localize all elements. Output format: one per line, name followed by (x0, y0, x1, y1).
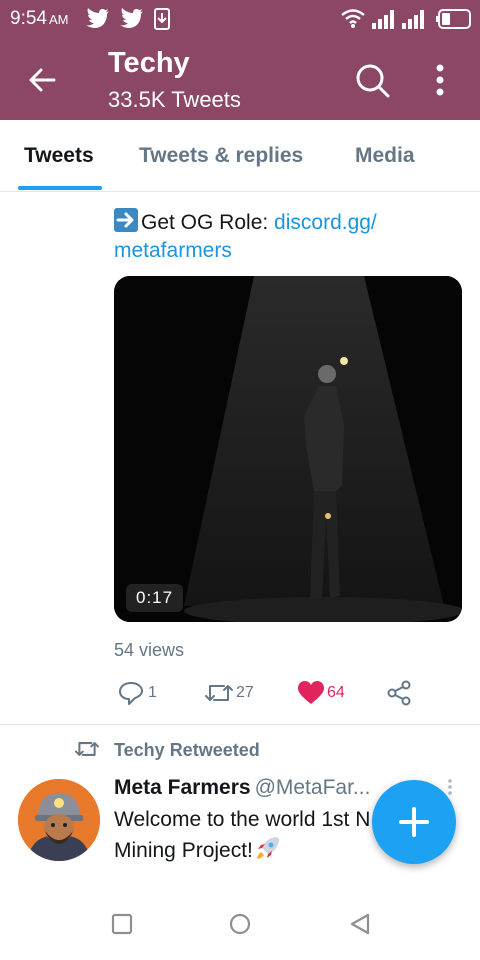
like-button[interactable]: 64 (297, 680, 361, 708)
video-duration: 0:17 (126, 584, 184, 612)
battery-icon (436, 9, 471, 29)
signal-icon (402, 10, 424, 29)
status-bar: 9:54 AM (0, 0, 480, 38)
back-arrow-icon[interactable] (24, 62, 60, 98)
tweet-link[interactable]: discord.gg/ (274, 211, 377, 234)
arrow-right-emoji-icon (114, 208, 138, 232)
tweet-link-continued[interactable]: metafarmers (114, 239, 232, 262)
recents-square-icon[interactable] (110, 912, 134, 936)
status-ampm: AM (48, 12, 69, 27)
tab-tweets-and-replies[interactable]: Tweets & replies (139, 144, 303, 168)
system-nav-bar (0, 888, 480, 960)
more-vertical-icon[interactable] (426, 60, 454, 100)
twitter-notification-icon (86, 8, 109, 28)
profile-name: Techy (108, 47, 190, 79)
back-triangle-icon[interactable] (348, 912, 372, 936)
compose-tweet-button[interactable] (372, 780, 456, 864)
home-circle-icon[interactable] (228, 912, 252, 936)
wifi-icon (341, 9, 365, 28)
tweet-text-prefix: Get OG Role: (141, 211, 275, 234)
search-icon[interactable] (352, 60, 392, 100)
signal-icon (372, 10, 394, 29)
tab-media[interactable]: Media (355, 144, 415, 168)
reply-icon (119, 682, 143, 705)
retweet-text: Welcome to the world 1st N Mining Projec… (114, 805, 404, 866)
retweet-author-name[interactable]: Meta Farmers (114, 776, 251, 799)
video-frame (114, 276, 462, 622)
rocket-emoji-icon (256, 837, 279, 859)
tweet-divider (0, 724, 480, 725)
like-count: 64 (327, 684, 345, 701)
retweet-indicator-icon (74, 742, 100, 756)
plus-icon (399, 807, 429, 837)
share-icon (387, 680, 411, 706)
profile-tabs: Tweets Tweets & replies Media (0, 120, 480, 192)
retweet-icon (205, 685, 233, 701)
retweet-text-line2: Mining Project! (114, 839, 253, 862)
tweet-text: Get OG Role: discord.gg/metafarmers (114, 208, 464, 265)
view-count: 54 views (114, 640, 185, 660)
tab-tweets[interactable]: Tweets (24, 144, 94, 168)
twitter-notification-icon (120, 8, 143, 28)
retweet-count: 27 (236, 684, 254, 701)
retweet-text-line1: Welcome to the world 1st N (114, 808, 371, 831)
active-tab-indicator (18, 186, 102, 190)
share-button[interactable] (386, 680, 414, 708)
status-time: 9:54 AM (10, 8, 69, 29)
retweet-button[interactable]: 27 (204, 680, 268, 708)
reply-count: 1 (148, 684, 157, 701)
heart-filled-icon (298, 681, 324, 704)
tweet-actions: 1 27 64 (114, 680, 434, 708)
tweet-count: 33.5K Tweets (108, 87, 241, 112)
reply-button[interactable]: 1 (118, 680, 162, 708)
avatar[interactable] (18, 779, 100, 861)
avatar-image (18, 779, 100, 861)
tweet-video[interactable]: 0:17 (114, 276, 462, 622)
retweet-author-handle: @MetaFar... (254, 776, 371, 799)
retweet-author-row: Meta Farmers @MetaFar... (114, 776, 370, 800)
download-notification-icon (154, 8, 170, 30)
retweet-context: Techy Retweeted (74, 738, 260, 762)
profile-header: Techy 33.5K Tweets (0, 38, 480, 120)
retweeted-by-label: Techy Retweeted (114, 740, 260, 760)
